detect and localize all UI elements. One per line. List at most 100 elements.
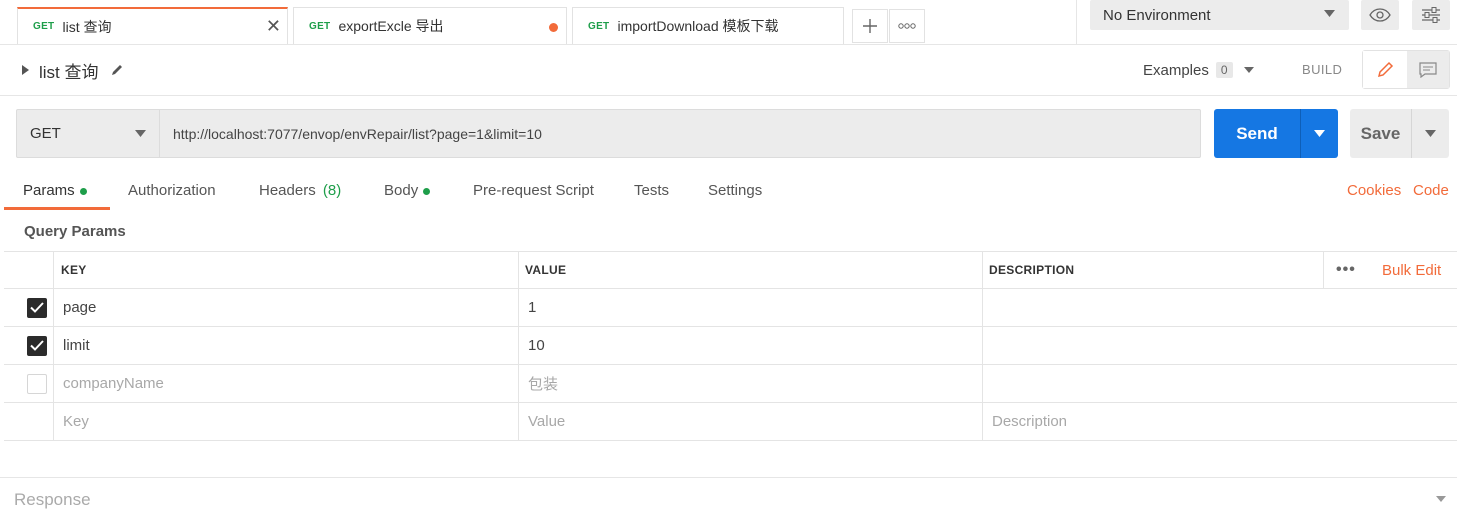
cookies-link[interactable]: Cookies [1347,182,1401,199]
url-bar: GET http://localhost:7077/envop/envRepai… [16,109,1201,158]
tab-method: GET [588,20,610,32]
request-name: list 查询 [39,62,99,82]
save-options-button[interactable] [1412,109,1449,158]
column-divider [982,289,983,326]
pencil-icon [1377,61,1393,77]
row-checkbox-cell [27,327,47,364]
tab-settings[interactable]: Settings [708,182,762,199]
checkmark-icon [30,302,44,313]
column-divider [1323,252,1324,288]
more-tabs-button[interactable] [889,9,925,43]
chevron-down-icon [1436,496,1446,502]
status-dot-icon [79,187,87,195]
tabbar-bottom-border [0,44,1457,45]
param-key[interactable]: limit [63,327,90,364]
row-checkbox-cell [27,289,47,326]
comments-button[interactable] [1406,51,1449,88]
eye-icon [1369,8,1391,22]
tab-list-query[interactable]: GET list 查询 ✕ [17,7,288,44]
column-header-description: DESCRIPTION [989,263,1075,277]
param-value[interactable]: 包装 [528,365,558,402]
build-mode-button[interactable] [1363,51,1407,88]
column-divider [982,252,983,288]
column-divider [53,403,54,440]
comment-icon [1419,61,1437,78]
param-key[interactable]: page [63,289,96,326]
tab-export-excle[interactable]: GET exportExcle 导出 [293,7,567,44]
param-key[interactable]: companyName [63,365,164,402]
column-header-value: VALUE [525,263,567,277]
new-tab-button[interactable] [852,9,888,43]
tab-method: GET [33,21,55,32]
plus-icon [863,19,877,33]
tab-body-label: Body [384,182,419,199]
tab-method: GET [309,20,331,32]
close-icon[interactable]: ✕ [266,17,281,35]
environment-select[interactable]: No Environment [1090,0,1349,30]
tab-label: list 查询 [62,18,112,35]
manage-environments-button[interactable] [1412,0,1450,30]
column-divider [982,403,983,440]
column-divider [518,289,519,326]
tab-params[interactable]: Params [23,182,87,199]
table-row: limit 10 [4,327,1457,365]
tab-tests[interactable]: Tests [634,182,669,199]
query-params-title: Query Params [24,223,126,240]
environment-value: No Environment [1103,6,1211,24]
active-tab-underline [4,207,110,210]
tab-label: importDownload 模板下载 [617,18,779,34]
toolbar-divider [1076,0,1077,44]
table-header-row: KEY VALUE DESCRIPTION ••• Bulk Edit [4,251,1457,289]
new-key-input[interactable]: Key [63,403,89,440]
save-label: Save [1360,123,1401,143]
more-options-icon [898,23,916,29]
column-divider [518,327,519,364]
url-input[interactable]: http://localhost:7077/envop/envRepair/li… [161,110,1200,157]
row-checkbox[interactable] [27,373,47,394]
more-options-icon[interactable]: ••• [1336,252,1356,288]
column-divider [53,365,54,402]
param-value[interactable]: 1 [528,289,536,326]
url-value: http://localhost:7077/envop/envRepair/li… [173,125,542,142]
tab-body[interactable]: Body [384,182,431,199]
chevron-down-icon [1425,130,1436,137]
send-label: Send [1236,123,1278,143]
response-label: Response [14,490,91,509]
chevron-down-icon [135,130,146,137]
status-dot-icon [423,187,431,195]
column-divider [518,252,519,288]
examples-dropdown[interactable]: Examples 0 [1143,59,1254,81]
column-divider [53,327,54,364]
name-row-border [0,95,1457,96]
tab-import-download[interactable]: GET importDownload 模板下载 [572,7,844,44]
unsaved-dot-icon [549,23,558,32]
pencil-icon[interactable] [110,63,124,77]
tab-headers-label: Headers [259,182,316,199]
column-divider [982,327,983,364]
new-value-input[interactable]: Value [528,403,565,440]
new-description-input[interactable]: Description [992,403,1067,440]
table-row: page 1 [4,289,1457,327]
bulk-edit-link[interactable]: Bulk Edit [1382,252,1441,288]
row-checkbox[interactable] [27,297,47,318]
send-options-button[interactable] [1301,109,1338,158]
table-row: companyName 包装 [4,365,1457,403]
row-checkbox[interactable] [27,335,47,356]
save-button[interactable]: Save [1350,109,1411,158]
environment-quick-look-button[interactable] [1361,0,1399,30]
build-label[interactable]: BUILD [1302,62,1342,77]
request-name-bar: list 查询 [22,58,124,82]
tab-authorization[interactable]: Authorization [128,182,216,199]
response-header[interactable]: Response [0,478,1457,527]
param-value[interactable]: 10 [528,327,545,364]
column-header-key: KEY [61,263,87,277]
code-link[interactable]: Code [1413,182,1449,199]
caret-right-icon[interactable] [22,65,29,75]
tab-pre-request-script[interactable]: Pre-request Script [473,182,594,199]
tab-label: exportExcle 导出 [338,18,444,34]
checkmark-icon [30,340,44,351]
column-divider [53,289,54,326]
send-button[interactable]: Send [1214,109,1300,158]
tab-headers[interactable]: Headers (8) [259,182,341,199]
method-select[interactable]: GET [17,110,160,157]
